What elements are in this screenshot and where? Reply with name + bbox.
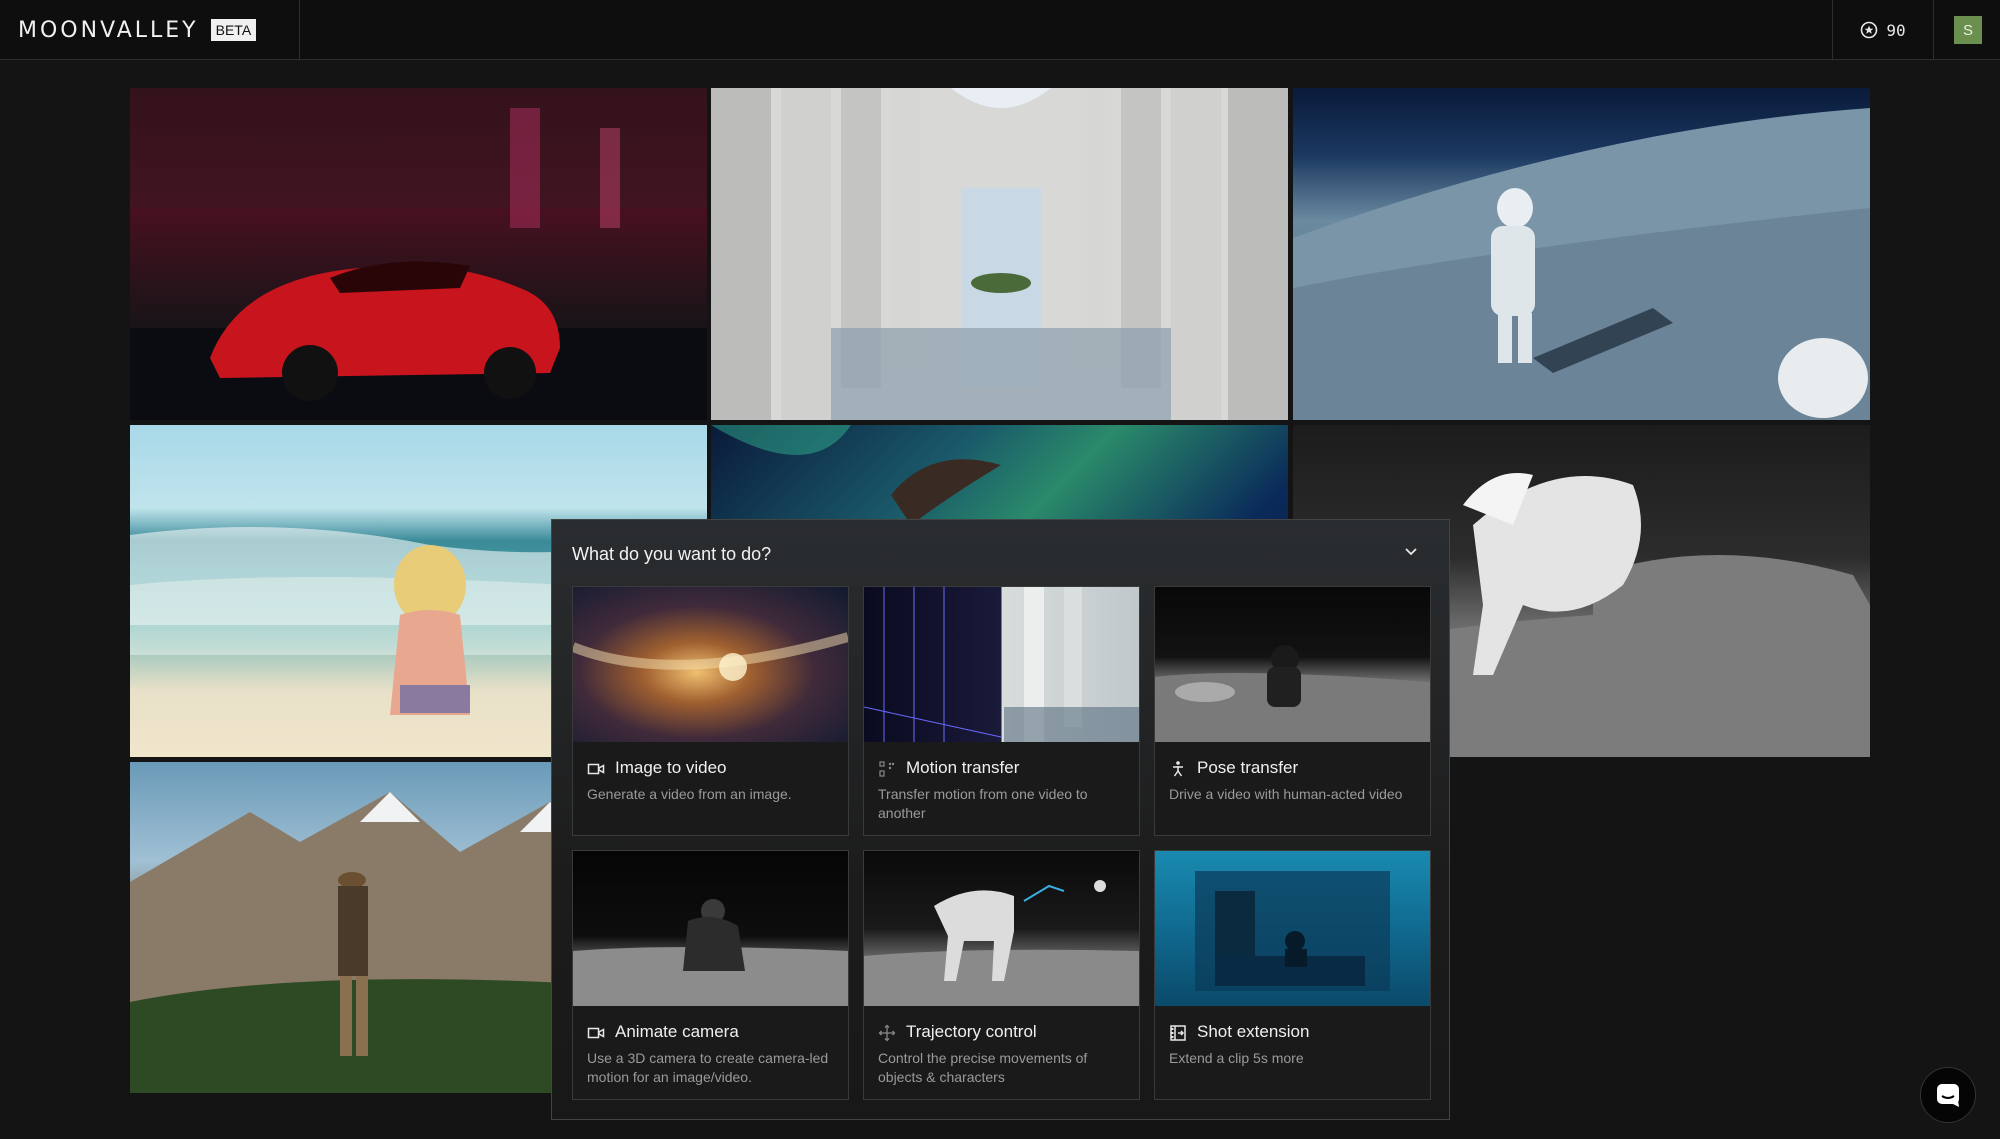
- option-description: Generate a video from an image.: [587, 786, 792, 802]
- chevron-down-icon[interactable]: [1403, 544, 1419, 560]
- gallery-tile-astronaut[interactable]: [1293, 88, 1870, 420]
- option-description: Extend a clip 5s more: [1169, 1050, 1304, 1066]
- dialog-title: What do you want to do?: [572, 544, 772, 564]
- option-animate-camera[interactable]: Animate camera Use a 3D camera to create…: [572, 850, 849, 1100]
- user-avatar[interactable]: S: [1954, 16, 1982, 44]
- option-thumbnail: [1155, 851, 1430, 1006]
- option-description: Use a 3D camera to create camera-led mot…: [587, 1050, 829, 1085]
- option-thumbnail: [1155, 587, 1430, 742]
- gallery-tile-red-sports-car[interactable]: [130, 88, 707, 420]
- chat-bubble-icon: [1937, 1084, 1959, 1107]
- beta-badge: BETA: [210, 19, 257, 41]
- option-label: Animate camera: [615, 1022, 739, 1041]
- option-label: Motion transfer: [906, 758, 1020, 777]
- option-label: Shot extension: [1197, 1022, 1310, 1041]
- option-trajectory-control[interactable]: Trajectory control Control the precise m…: [863, 850, 1140, 1100]
- star-badge-icon: [1861, 21, 1878, 39]
- option-thumbnail: [864, 851, 1139, 1006]
- option-label: Pose transfer: [1197, 758, 1299, 777]
- logo-text: MOONVALLEY: [18, 17, 199, 43]
- option-shot-extension[interactable]: Shot extension Extend a clip 5s more: [1154, 850, 1431, 1100]
- colonnade-image: [711, 88, 1288, 420]
- pose-figure-icon: [1173, 761, 1183, 777]
- credits-button[interactable]: 90: [1832, 0, 1934, 60]
- option-thumbnail: [573, 851, 848, 1006]
- astronaut-image: [1293, 108, 1870, 420]
- gallery-tile-colonnade[interactable]: [711, 88, 1288, 420]
- credits-count: 90: [1886, 20, 1906, 40]
- move-arrows-icon: [878, 1024, 896, 1042]
- chat-support-button[interactable]: [1920, 1067, 1976, 1123]
- option-label: Trajectory control: [906, 1022, 1037, 1041]
- action-picker-dialog: What do you want to do? Image to video G…: [551, 519, 1450, 1120]
- car-image: [130, 88, 707, 420]
- option-motion-transfer[interactable]: Motion transfer Transfer motion from one…: [863, 586, 1140, 836]
- option-description: Transfer motion from one video to anothe…: [878, 786, 1088, 821]
- option-description: Control the precise movements of objects…: [878, 1050, 1088, 1085]
- logo[interactable]: MOONVALLEY BETA: [0, 0, 300, 60]
- motion-dots-icon: [879, 761, 895, 777]
- option-image-to-video[interactable]: Image to video Generate a video from an …: [572, 586, 849, 836]
- option-description: Drive a video with human-acted video: [1169, 786, 1403, 802]
- option-label: Image to video: [615, 758, 727, 777]
- option-thumbnail: [864, 587, 1139, 742]
- video-camera-icon: [587, 763, 605, 775]
- option-pose-transfer[interactable]: Pose transfer Drive a video with human-a…: [1154, 586, 1431, 836]
- option-thumbnail: [573, 587, 848, 742]
- top-bar: MOONVALLEY BETA 90 S: [0, 0, 2000, 60]
- film-extend-icon: [1170, 1025, 1186, 1041]
- video-camera-icon: [587, 1027, 605, 1039]
